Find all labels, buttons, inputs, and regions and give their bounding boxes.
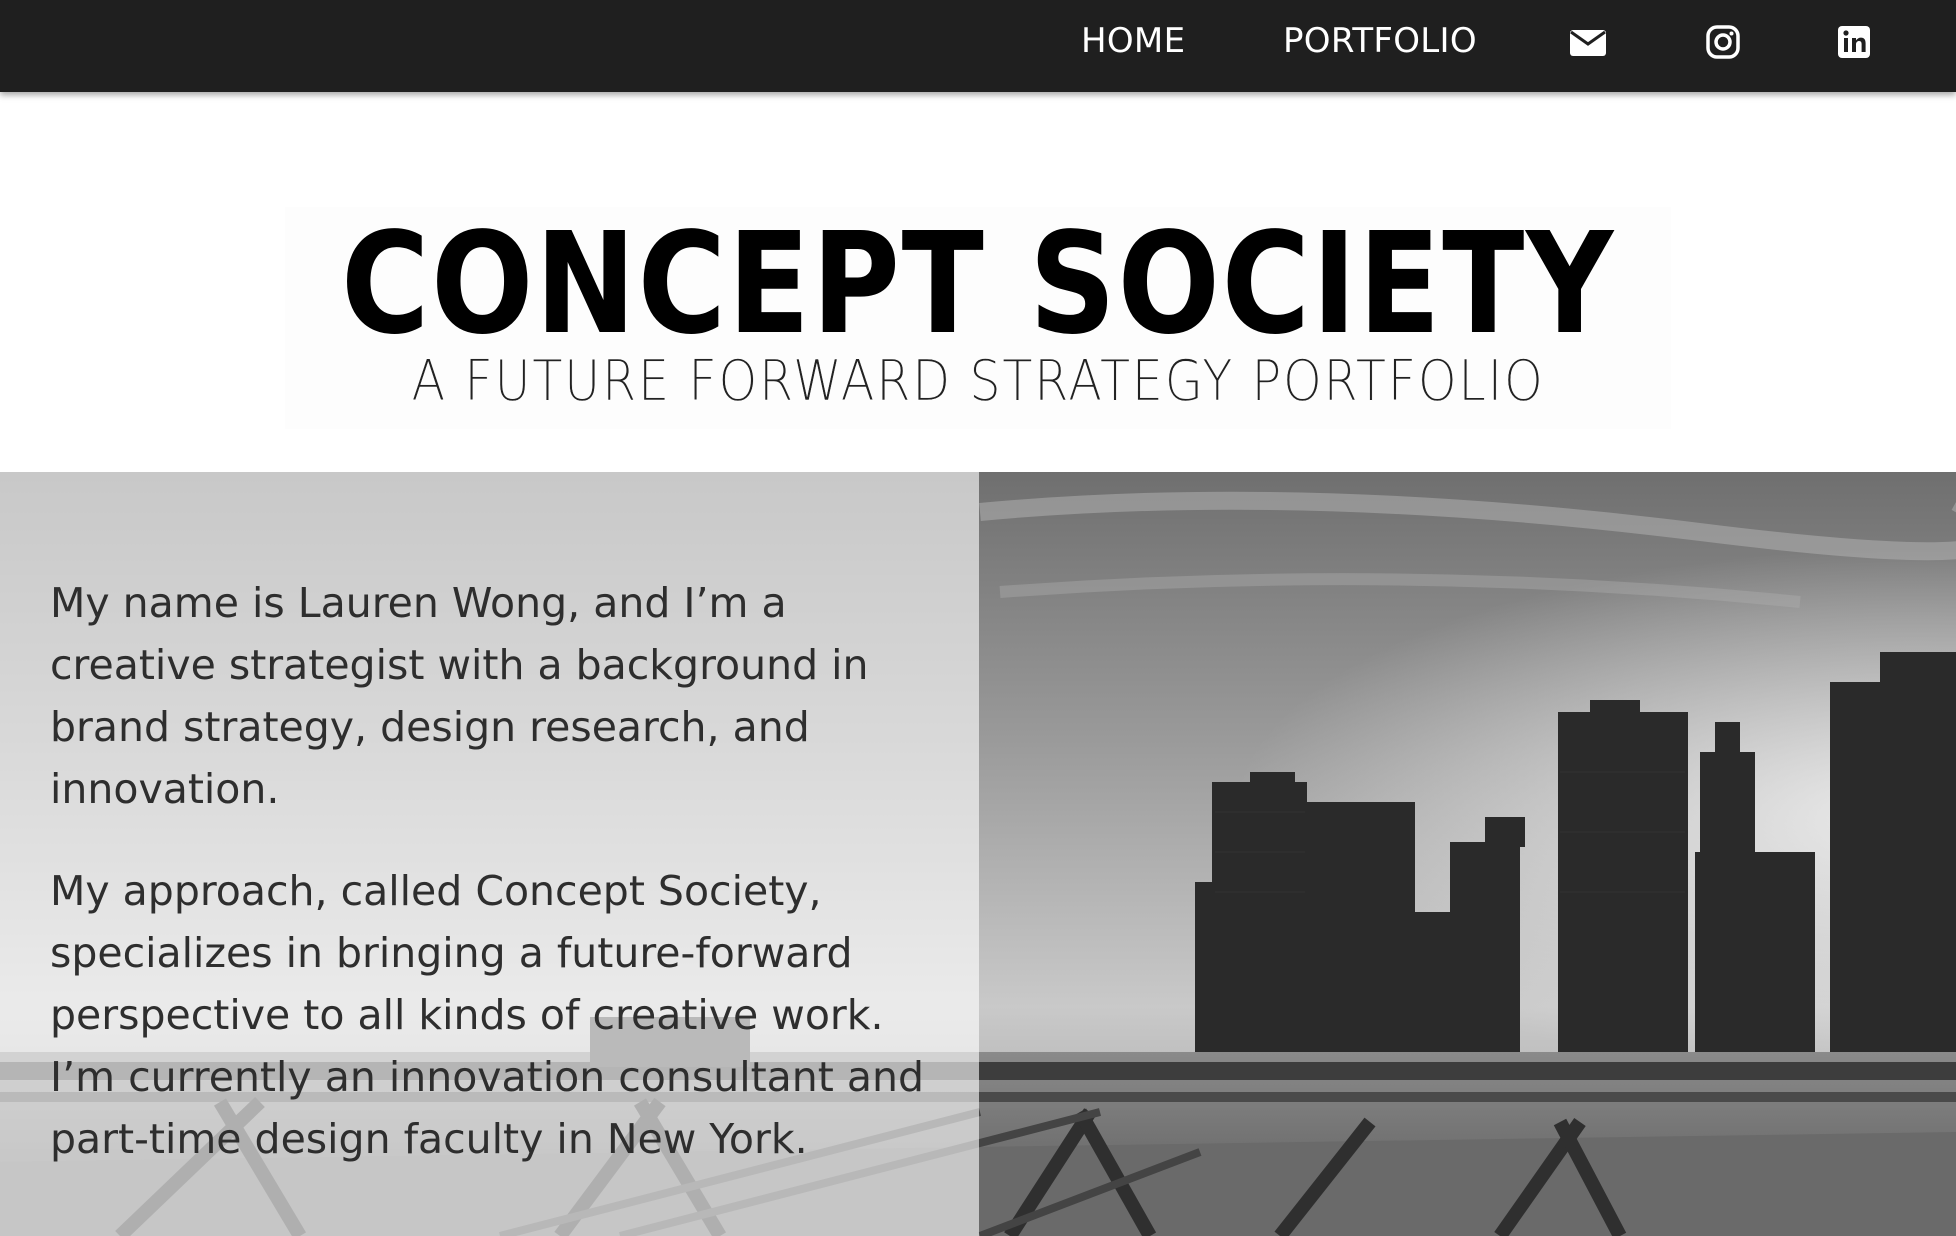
top-nav-bar: HOME PORTFOLIO [0, 0, 1956, 92]
nav-home-link[interactable]: HOME [1081, 18, 1185, 64]
intro-paragraph-1: My name is Lauren Wong, and I’m a creati… [50, 579, 869, 813]
intro-paragraph-2: My approach, called Concept Society, spe… [50, 867, 925, 1163]
intro-text: My name is Lauren Wong, and I’m a creati… [50, 572, 930, 1210]
site-logo-subtitle: A FUTURE FORWARD STRATEGY PORTFOLIO [411, 349, 1545, 414]
linkedin-icon[interactable] [1834, 22, 1874, 62]
nav-portfolio-link[interactable]: PORTFOLIO [1283, 18, 1477, 64]
site-logo-title[interactable]: CONCEPT SOCIETY [137, 215, 1819, 355]
instagram-icon[interactable] [1703, 22, 1743, 62]
hero-section: My name is Lauren Wong, and I’m a creati… [0, 472, 1956, 1236]
envelope-icon[interactable] [1568, 22, 1608, 62]
